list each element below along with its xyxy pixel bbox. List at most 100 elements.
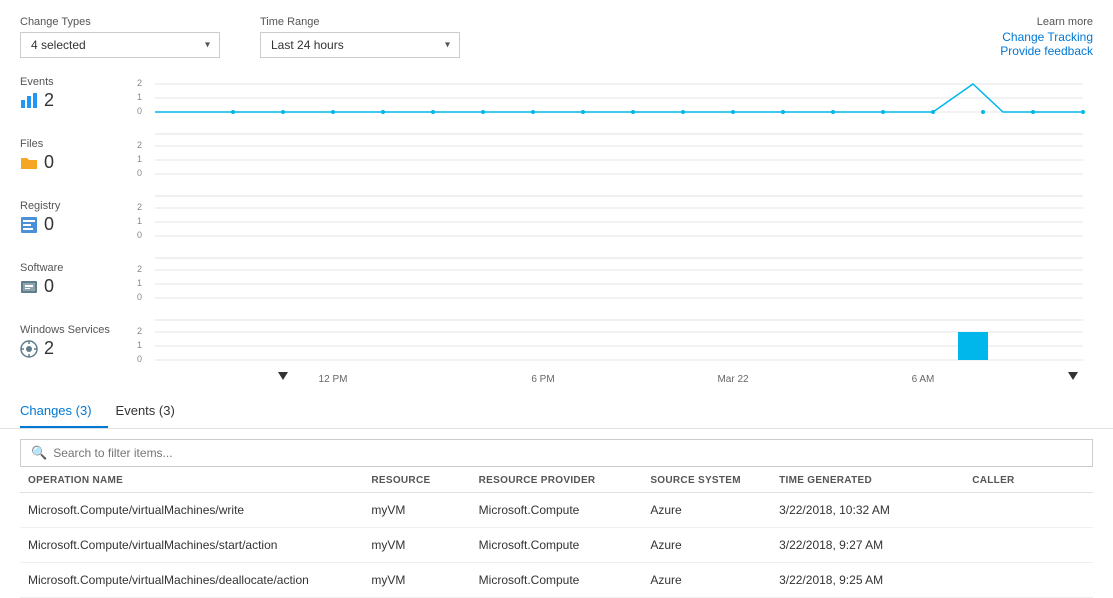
time-range-filter: Time Range Last 24 hours	[260, 16, 460, 58]
row2-time: 3/22/2018, 9:27 AM	[771, 528, 964, 563]
x-label-mar22: Mar 22	[717, 374, 749, 385]
services-icon	[20, 340, 38, 358]
search-icon: 🔍	[31, 445, 47, 461]
windows-services-label-item: Windows Services 2	[20, 320, 133, 382]
files-count: 0	[44, 152, 54, 173]
files-title: Files	[20, 138, 133, 150]
events-value: 2	[20, 90, 133, 111]
events-count: 2	[44, 90, 54, 111]
chart-area: 2 1 0 2 1 0 2 1 0 2 1	[133, 72, 1093, 387]
time-range-label: Time Range	[260, 16, 460, 28]
row2-provider: Microsoft.Compute	[471, 528, 643, 563]
y-label-events-2: 2	[137, 78, 142, 88]
registry-count: 0	[44, 214, 54, 235]
row1-time: 3/22/2018, 10:32 AM	[771, 493, 964, 528]
tabs-section: Changes (3) Events (3)	[0, 387, 1113, 429]
row3-resource: myVM	[363, 563, 470, 598]
windows-services-count: 2	[44, 338, 54, 359]
y-label-sw-2: 2	[137, 264, 142, 274]
main-chart-svg: 2 1 0 2 1 0 2 1 0 2 1	[133, 72, 1093, 387]
x-axis-triangle-left	[278, 372, 288, 380]
registry-value: 0	[20, 214, 133, 235]
top-bar: Change Types 4 selected Time Range Last …	[0, 0, 1113, 68]
change-tracking-link[interactable]: Change Tracking	[1000, 30, 1093, 44]
row2-caller	[964, 528, 1093, 563]
row1-source: Azure	[642, 493, 771, 528]
charts-section: Events 2 Files 0 Registry	[0, 68, 1113, 387]
row3-source: Azure	[642, 563, 771, 598]
files-value: 0	[20, 152, 133, 173]
row3-caller	[964, 563, 1093, 598]
row2-resource: myVM	[363, 528, 470, 563]
tab-events[interactable]: Events (3)	[116, 397, 191, 428]
registry-label-item: Registry 0	[20, 196, 133, 258]
table-header: OPERATION NAME RESOURCE RESOURCE PROVIDE…	[20, 467, 1093, 493]
col-header-source: SOURCE SYSTEM	[642, 467, 771, 493]
row1-resource: myVM	[363, 493, 470, 528]
software-value: 0	[20, 276, 133, 297]
bar-chart-icon	[20, 92, 38, 110]
col-header-time: TIME GENERATED	[771, 467, 964, 493]
folder-icon	[20, 154, 38, 172]
files-label-item: Files 0	[20, 134, 133, 196]
results-table: OPERATION NAME RESOURCE RESOURCE PROVIDE…	[20, 467, 1093, 598]
y-label-reg-2: 2	[137, 202, 142, 212]
row3-time: 3/22/2018, 9:25 AM	[771, 563, 964, 598]
registry-title: Registry	[20, 200, 133, 212]
tab-changes[interactable]: Changes (3)	[20, 397, 108, 428]
software-title: Software	[20, 262, 133, 274]
y-label-ws-2: 2	[137, 326, 142, 336]
software-icon	[20, 278, 38, 296]
time-range-select-wrapper[interactable]: Last 24 hours	[260, 32, 460, 58]
x-label-6am: 6 AM	[912, 374, 935, 385]
windows-services-title: Windows Services	[20, 324, 133, 336]
registry-icon	[20, 216, 38, 234]
row1-provider: Microsoft.Compute	[471, 493, 643, 528]
y-label-files-2: 2	[137, 140, 142, 150]
col-header-resource: RESOURCE	[363, 467, 470, 493]
row3-provider: Microsoft.Compute	[471, 563, 643, 598]
y-label-files-0: 0	[137, 168, 142, 178]
y-label-files-1: 1	[137, 154, 142, 164]
table-section: OPERATION NAME RESOURCE RESOURCE PROVIDE…	[20, 467, 1093, 598]
y-label-ws-0: 0	[137, 354, 142, 364]
y-label-reg-0: 0	[137, 230, 142, 240]
y-label-ws-1: 1	[137, 340, 142, 350]
y-label-events-0: 0	[137, 106, 142, 116]
software-label-item: Software 0	[20, 258, 133, 320]
events-label-item: Events 2	[20, 72, 133, 134]
software-count: 0	[44, 276, 54, 297]
table-row[interactable]: Microsoft.Compute/virtualMachines/write …	[20, 493, 1093, 528]
col-header-operation: OPERATION NAME	[20, 467, 363, 493]
y-label-events-1: 1	[137, 92, 142, 102]
x-label-12pm: 12 PM	[319, 374, 348, 385]
search-bar[interactable]: 🔍	[20, 439, 1093, 467]
windows-services-value: 2	[20, 338, 133, 359]
time-range-select[interactable]: Last 24 hours	[260, 32, 460, 58]
col-header-caller: CALLER	[964, 467, 1093, 493]
table-row[interactable]: Microsoft.Compute/virtualMachines/deallo…	[20, 563, 1093, 598]
change-types-select-wrapper[interactable]: 4 selected	[20, 32, 220, 58]
col-header-provider: RESOURCE PROVIDER	[471, 467, 643, 493]
x-label-6pm: 6 PM	[531, 374, 554, 385]
row2-operation: Microsoft.Compute/virtualMachines/start/…	[20, 528, 363, 563]
change-types-filter: Change Types 4 selected	[20, 16, 220, 58]
table-row[interactable]: Microsoft.Compute/virtualMachines/start/…	[20, 528, 1093, 563]
learn-more-label: Learn more	[1000, 16, 1093, 28]
x-axis-triangle-right	[1068, 372, 1078, 380]
chart-labels-column: Events 2 Files 0 Registry	[20, 72, 133, 387]
row1-operation: Microsoft.Compute/virtualMachines/write	[20, 493, 363, 528]
windows-services-bar	[958, 332, 988, 360]
row3-operation: Microsoft.Compute/virtualMachines/deallo…	[20, 563, 363, 598]
y-label-reg-1: 1	[137, 216, 142, 226]
learn-more-section: Learn more Change Tracking Provide feedb…	[1000, 16, 1093, 58]
y-label-sw-0: 0	[137, 292, 142, 302]
change-types-select[interactable]: 4 selected	[20, 32, 220, 58]
row1-caller	[964, 493, 1093, 528]
provide-feedback-link[interactable]: Provide feedback	[1000, 44, 1093, 58]
table-body: Microsoft.Compute/virtualMachines/write …	[20, 493, 1093, 598]
y-label-sw-1: 1	[137, 278, 142, 288]
search-input[interactable]	[53, 446, 1082, 460]
change-types-label: Change Types	[20, 16, 220, 28]
row2-source: Azure	[642, 528, 771, 563]
